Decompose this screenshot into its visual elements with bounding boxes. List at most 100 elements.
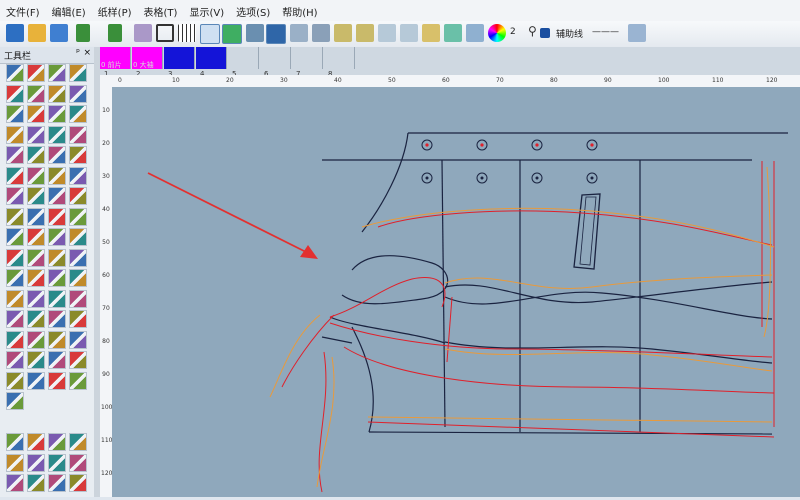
pattern-tool-icon[interactable]	[27, 330, 45, 349]
help-icon[interactable]	[628, 24, 646, 42]
frame-icon[interactable]	[156, 24, 174, 42]
eraser-icon[interactable]	[134, 24, 152, 42]
piece-slot-3[interactable]: 3	[164, 47, 195, 78]
pattern-tool-icon[interactable]	[27, 433, 45, 451]
pattern-tool-icon[interactable]	[48, 166, 66, 185]
new-file-icon[interactable]	[6, 24, 24, 42]
piece-slot-2[interactable]: 0 大袖 2	[132, 47, 163, 78]
pattern-icon[interactable]	[222, 24, 242, 44]
menu-item-1[interactable]: 编辑(E)	[46, 0, 92, 19]
piece-slot-1[interactable]: 0 前片 1	[100, 47, 131, 78]
pattern-tool-icon[interactable]	[6, 392, 24, 410]
pattern-tool-icon[interactable]	[48, 330, 66, 349]
pattern-tool-icon[interactable]	[6, 289, 24, 308]
pattern-tool-icon[interactable]	[48, 433, 66, 451]
layer-number[interactable]: 2	[510, 27, 516, 37]
pattern-tool-icon[interactable]	[27, 166, 45, 185]
pattern-tool-icon[interactable]	[27, 269, 45, 287]
pattern-tool-icon[interactable]	[48, 248, 66, 267]
measure-icon[interactable]	[356, 24, 374, 42]
pattern-tool-icon[interactable]	[69, 351, 87, 369]
pattern-tool-icon[interactable]	[6, 351, 24, 369]
pattern-tool-icon[interactable]	[27, 289, 45, 308]
chart-icon[interactable]	[378, 24, 396, 42]
save-icon[interactable]	[50, 24, 68, 42]
scale-icon[interactable]	[400, 24, 418, 42]
pattern-tool-icon[interactable]	[6, 228, 24, 246]
pattern-tool-icon[interactable]	[69, 453, 87, 472]
menu-item-5[interactable]: 选项(S)	[230, 0, 276, 19]
stretch-icon[interactable]	[334, 24, 352, 42]
piece-slot-5[interactable]: 5	[228, 47, 259, 78]
pattern-tool-icon[interactable]	[6, 371, 24, 390]
pattern-tool-icon[interactable]	[6, 187, 24, 205]
pattern-tool-icon[interactable]	[48, 289, 66, 308]
pattern-tool-icon[interactable]	[27, 453, 45, 472]
pattern-tool-icon[interactable]	[48, 269, 66, 287]
menu-item-3[interactable]: 表格(T)	[138, 0, 184, 19]
pattern-tool-icon[interactable]	[48, 207, 66, 226]
pattern-tool-icon[interactable]	[48, 187, 66, 205]
pattern-tool-icon[interactable]	[6, 248, 24, 267]
pattern-tool-icon[interactable]	[69, 187, 87, 205]
pattern-tool-icon[interactable]	[48, 474, 66, 492]
pattern-tool-icon[interactable]	[48, 125, 66, 144]
pattern-tool-icon[interactable]	[6, 310, 24, 328]
pattern-tool-icon[interactable]	[69, 166, 87, 185]
pattern-tool-icon[interactable]	[27, 84, 45, 103]
pattern-tool-icon[interactable]	[48, 371, 66, 390]
pattern-tool-icon[interactable]	[69, 433, 87, 451]
pin-icon[interactable]: ⚲	[528, 24, 538, 42]
pattern-tool-icon[interactable]	[69, 105, 87, 123]
curve-icon[interactable]	[444, 24, 462, 42]
pattern-tool-icon[interactable]	[27, 105, 45, 123]
pattern-tool-icon[interactable]	[27, 146, 45, 164]
color-wheel-icon[interactable]	[488, 24, 506, 42]
pattern-tool-icon[interactable]	[69, 269, 87, 287]
grid-icon[interactable]	[178, 24, 196, 42]
pattern-tool-icon[interactable]	[48, 146, 66, 164]
color-swatch[interactable]	[540, 28, 550, 38]
pattern-tool-icon[interactable]	[27, 371, 45, 390]
pattern-tool-icon[interactable]	[6, 84, 24, 103]
piece-slot-6[interactable]: 6	[260, 47, 291, 78]
pattern-tool-icon[interactable]	[48, 64, 66, 82]
open-folder-icon[interactable]	[28, 24, 46, 42]
pin-panel-icon[interactable]: ᵖ	[76, 48, 80, 58]
menu-item-4[interactable]: 显示(V)	[183, 0, 230, 19]
pattern-tool-icon[interactable]	[48, 105, 66, 123]
piece-slot-4[interactable]: 4	[196, 47, 227, 78]
pattern-tool-icon[interactable]	[48, 310, 66, 328]
pattern-tool-icon[interactable]	[6, 125, 24, 144]
pattern-tool-icon[interactable]	[69, 207, 87, 226]
pattern-tool-icon[interactable]	[6, 64, 24, 82]
pattern-tool-icon[interactable]	[27, 187, 45, 205]
pattern-tool-icon[interactable]	[27, 310, 45, 328]
close-panel-icon[interactable]: ×	[83, 48, 91, 58]
pattern-tool-icon[interactable]	[48, 228, 66, 246]
pattern-tool-icon[interactable]	[69, 310, 87, 328]
pattern-tool-icon[interactable]	[27, 351, 45, 369]
pattern-tool-icon[interactable]	[69, 146, 87, 164]
pattern-tool-icon[interactable]	[27, 207, 45, 226]
redo-icon[interactable]	[108, 24, 122, 42]
pattern-tool-icon[interactable]	[27, 228, 45, 246]
piece-slot-7[interactable]: 7	[292, 47, 323, 78]
pattern-tool-icon[interactable]	[69, 330, 87, 349]
piece-slot-8[interactable]: 8	[324, 47, 355, 78]
undo-icon[interactable]	[76, 24, 90, 42]
pattern-tool-icon[interactable]	[69, 289, 87, 308]
pattern-tool-icon[interactable]	[69, 84, 87, 103]
pattern-tool-icon[interactable]	[48, 453, 66, 472]
pattern-tool-icon[interactable]	[69, 474, 87, 492]
pattern-tool-icon[interactable]	[6, 166, 24, 185]
pattern-tool-icon[interactable]	[27, 64, 45, 82]
layer-icon[interactable]	[466, 24, 484, 42]
cut-icon[interactable]	[422, 24, 440, 42]
align-icon[interactable]	[290, 24, 308, 42]
pattern-tool-icon[interactable]	[27, 125, 45, 144]
pattern-tool-icon[interactable]	[6, 269, 24, 287]
pattern-tool-icon[interactable]	[6, 207, 24, 226]
drawing-canvas[interactable]	[112, 87, 800, 497]
pattern-tool-icon[interactable]	[6, 330, 24, 349]
